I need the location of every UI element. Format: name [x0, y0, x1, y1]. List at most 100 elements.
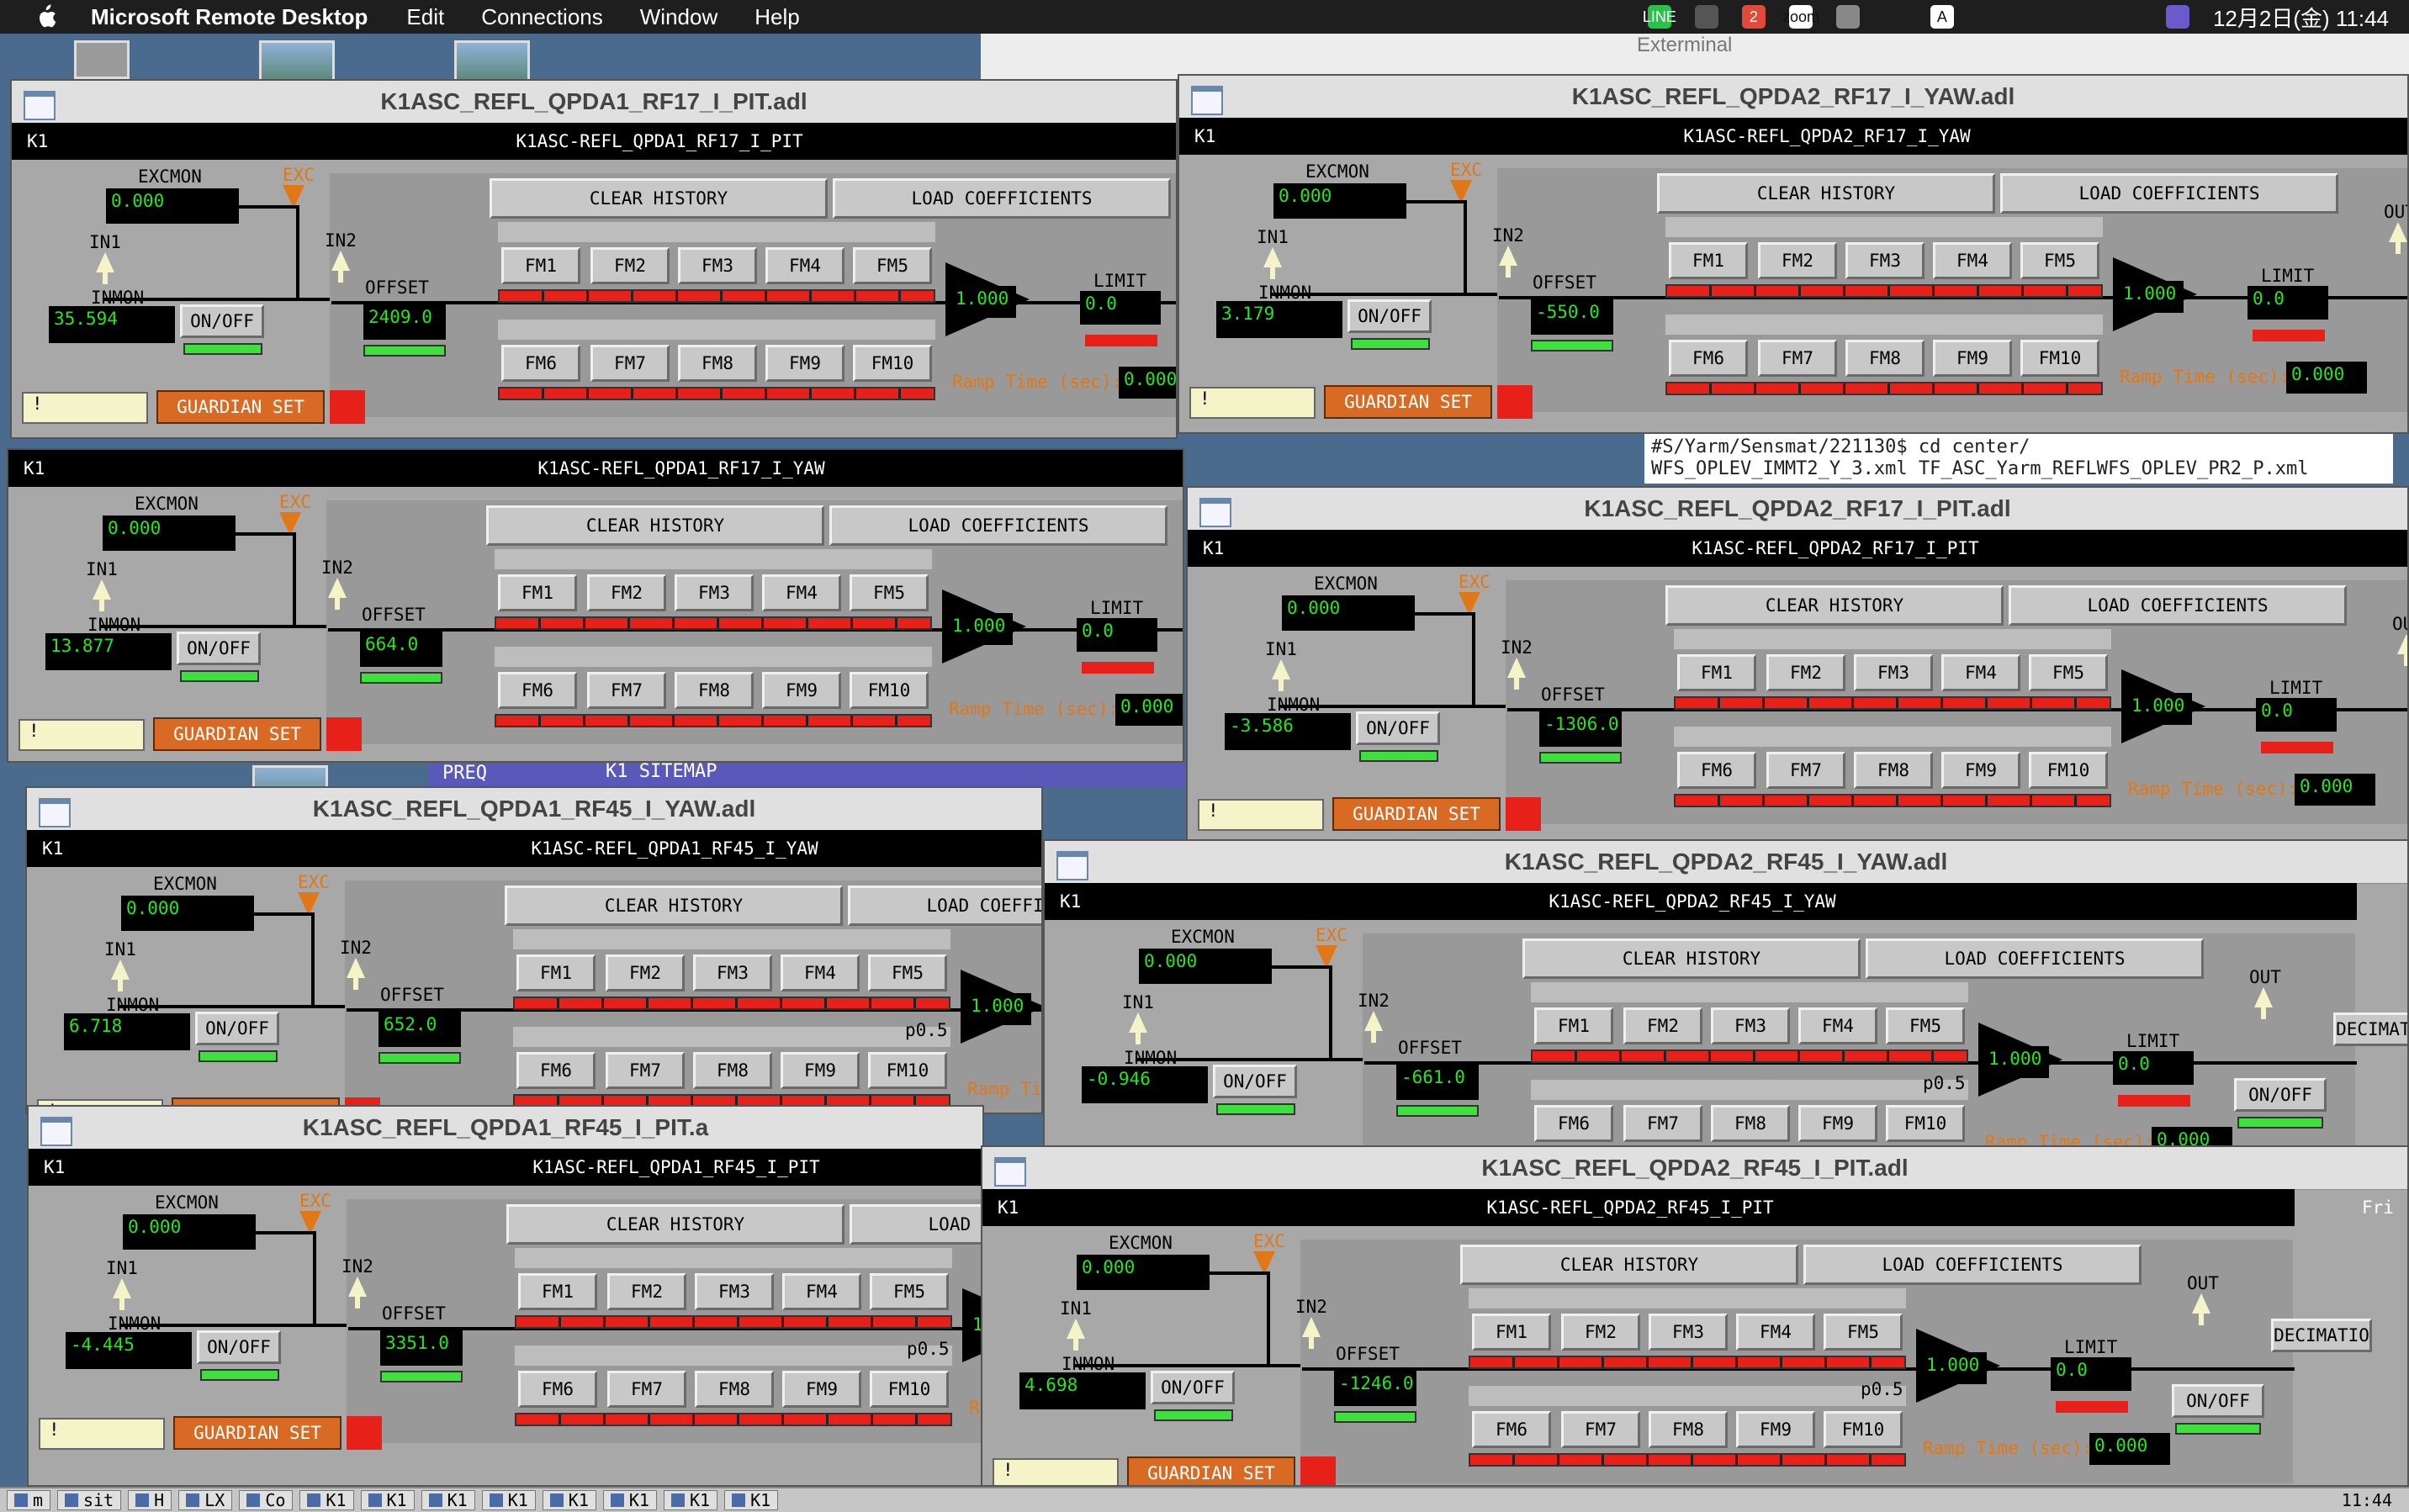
output-onoff-button[interactable]: ON/OFF [2234, 1078, 2327, 1112]
limit-value[interactable]: 0.0 [1077, 618, 1157, 652]
medm-window-qpda1-rf45-pit[interactable]: K1ASC_REFL_QPDA1_RF45_I_PIT.a K1 K1ASC-REF… [27, 1105, 984, 1487]
clear-history-button[interactable]: CLEAR HISTORY [1657, 173, 1995, 214]
ramp-time-value[interactable]: 0.000 [2089, 1433, 2170, 1465]
bluetooth-icon[interactable] [1882, 5, 1907, 29]
gain-value[interactable]: 1.000 [1983, 1046, 2049, 1078]
fm-button[interactable]: FM4 [1798, 1007, 1877, 1044]
fm-button[interactable]: FM6 [516, 1052, 596, 1089]
offset-value[interactable]: -661.0 [1396, 1065, 1479, 1100]
fm-button[interactable]: FM4 [1736, 1314, 1815, 1351]
window-menu-icon[interactable] [994, 1157, 1026, 1187]
fm-button[interactable]: FM9 [782, 1371, 861, 1408]
trash-icon[interactable] [74, 40, 130, 79]
medm-window-qpda2-rf45-pit[interactable]: K1ASC_REFL_QPDA2_RF45_I_PIT.adl K1 K1ASC-R… [981, 1145, 2409, 1487]
menu-help[interactable]: Help [754, 4, 799, 30]
window-menu-icon[interactable] [40, 1117, 72, 1146]
offset-value[interactable]: 2409.0 [363, 304, 446, 340]
fm-button[interactable]: FM8 [1854, 752, 1933, 789]
fm-button[interactable]: FM7 [607, 1371, 686, 1408]
fm-button[interactable]: FM2 [606, 954, 685, 991]
ramp-time-value[interactable]: 0.000 [1119, 367, 1176, 399]
fm-button[interactable]: FM9 [1798, 1105, 1877, 1142]
fm-button[interactable]: FM1 [501, 247, 580, 284]
guardian-set-button[interactable]: GUARDIAN SET [153, 717, 321, 751]
fm-button[interactable]: FM4 [765, 247, 844, 284]
limit-value[interactable]: 0.0 [2113, 1051, 2194, 1085]
fm-button[interactable]: FM3 [1711, 1007, 1790, 1044]
gain-value[interactable]: 1.000 [1921, 1352, 1987, 1384]
malwarebytes-icon[interactable] [1694, 5, 1718, 29]
terminal-window[interactable]: #S/Yarm/Sensmat/221130$ cd center/ WFS_O… [1644, 433, 2393, 484]
fm-button[interactable]: FM2 [1766, 654, 1845, 691]
load-coefficients-button[interactable]: LOAD COEFFICIENTS [2000, 173, 2338, 214]
fm-button[interactable]: FM5 [870, 1273, 949, 1310]
load-coefficients-button[interactable]: LOAD COEFFICIENTS [850, 1204, 982, 1245]
fm-button[interactable]: FM8 [1845, 340, 1925, 377]
fm-button[interactable]: FM3 [678, 247, 757, 284]
fm-button[interactable]: FM6 [1472, 1411, 1551, 1448]
window-titlebar[interactable]: K1ASC_REFL_QPDA2_RF45_I_PIT.adl [982, 1147, 2407, 1190]
fm-button[interactable]: FM5 [2020, 242, 2099, 279]
window-menu-icon[interactable] [39, 798, 71, 827]
output-onoff-button[interactable]: ON/OFF [2172, 1384, 2264, 1418]
fm-button[interactable]: FM2 [1623, 1007, 1702, 1044]
onoff-button[interactable]: ON/OFF [1356, 711, 1440, 745]
onoff-button[interactable]: ON/OFF [1347, 299, 1432, 333]
fm-button[interactable]: FM10 [2029, 752, 2108, 789]
fm-button[interactable]: FM5 [2029, 654, 2108, 691]
finder-icon[interactable] [1835, 5, 1860, 29]
fm-button[interactable]: FM10 [850, 672, 929, 709]
fm-button[interactable]: FM7 [587, 672, 666, 709]
fm-button[interactable]: FM5 [1886, 1007, 1965, 1044]
fm-button[interactable]: FM8 [1649, 1411, 1728, 1448]
fm-button[interactable]: FM1 [516, 954, 596, 991]
clear-history-button[interactable]: CLEAR HISTORY [486, 505, 824, 546]
taskbar-item[interactable]: K1 [542, 1490, 596, 1510]
clear-history-button[interactable]: CLEAR HISTORY [505, 886, 843, 926]
load-coefficients-button[interactable]: LOAD COEFFICIENTS [2009, 585, 2347, 626]
fm-button[interactable]: FM9 [1933, 340, 2012, 377]
fm-button[interactable]: FM7 [606, 1052, 685, 1089]
fm-button[interactable]: FM10 [1824, 1411, 1903, 1448]
taskbar-item[interactable]: K1 [724, 1490, 779, 1510]
line-icon[interactable]: LINE [1643, 5, 1676, 29]
fm-button[interactable]: FM1 [1669, 242, 1748, 279]
siri-icon[interactable] [2165, 5, 2189, 29]
window-menu-icon[interactable] [1056, 851, 1088, 880]
fm-button[interactable]: FM10 [868, 1052, 947, 1089]
fm-button[interactable]: FM8 [1711, 1105, 1790, 1142]
notification-icon[interactable]: 2 [1741, 5, 1766, 29]
fm-button[interactable]: FM6 [501, 345, 580, 382]
gain-value[interactable]: 1.000 [950, 286, 1016, 318]
ramp-time-value[interactable]: 0.000 [2286, 362, 2367, 394]
wifi-icon[interactable] [2024, 5, 2048, 29]
medm-window-qpda1-rf17-pit[interactable]: K1ASC_REFL_QPDA1_RF17_I_PIT.adl K1 K1ASC-R… [10, 79, 1178, 439]
onoff-button[interactable]: ON/OFF [1151, 1371, 1235, 1404]
clear-history-button[interactable]: CLEAR HISTORY [1460, 1245, 1798, 1285]
fm-button[interactable]: FM1 [518, 1273, 597, 1310]
guardian-set-button[interactable]: GUARDIAN SET [173, 1416, 341, 1450]
fm-button[interactable]: FM9 [765, 345, 844, 382]
ramp-time-value[interactable]: 0.000 [2295, 774, 2375, 806]
fm-button[interactable]: FM3 [1649, 1314, 1728, 1351]
guardian-set-button[interactable]: GUARDIAN SET [156, 390, 325, 424]
onoff-button[interactable]: ON/OFF [177, 632, 261, 665]
clock[interactable]: 12月2日(金) 11:44 [2213, 2, 2389, 33]
fm-button[interactable]: FM3 [693, 954, 772, 991]
fm-button[interactable]: FM6 [518, 1371, 597, 1408]
fm-button[interactable]: FM6 [1669, 340, 1748, 377]
fm-button[interactable]: FM3 [1845, 242, 1925, 279]
window-titlebar[interactable]: K1ASC_REFL_QPDA2_RF17_I_PIT.adl [1188, 488, 2407, 531]
sitemap-preq[interactable]: PREQ [442, 763, 487, 784]
fm-button[interactable]: FM6 [1534, 1105, 1613, 1142]
fm-button[interactable]: FM7 [1758, 340, 1837, 377]
taskbar-item[interactable]: K1 [360, 1490, 415, 1510]
offset-value[interactable]: 664.0 [360, 632, 442, 667]
guardian-set-button[interactable]: GUARDIAN SET [1324, 385, 1492, 419]
menu-connections[interactable]: Connections [481, 4, 603, 30]
gain-value[interactable]: 1.000 [2126, 693, 2192, 725]
fm-button[interactable]: FM4 [1933, 242, 2012, 279]
fm-button[interactable]: FM4 [781, 954, 860, 991]
fm-button[interactable]: FM10 [2020, 340, 2099, 377]
medm-window-qpda2-rf45-yaw[interactable]: K1ASC_REFL_QPDA2_RF45_I_YAW.adl K1 K1ASC-R… [1043, 839, 2409, 1154]
